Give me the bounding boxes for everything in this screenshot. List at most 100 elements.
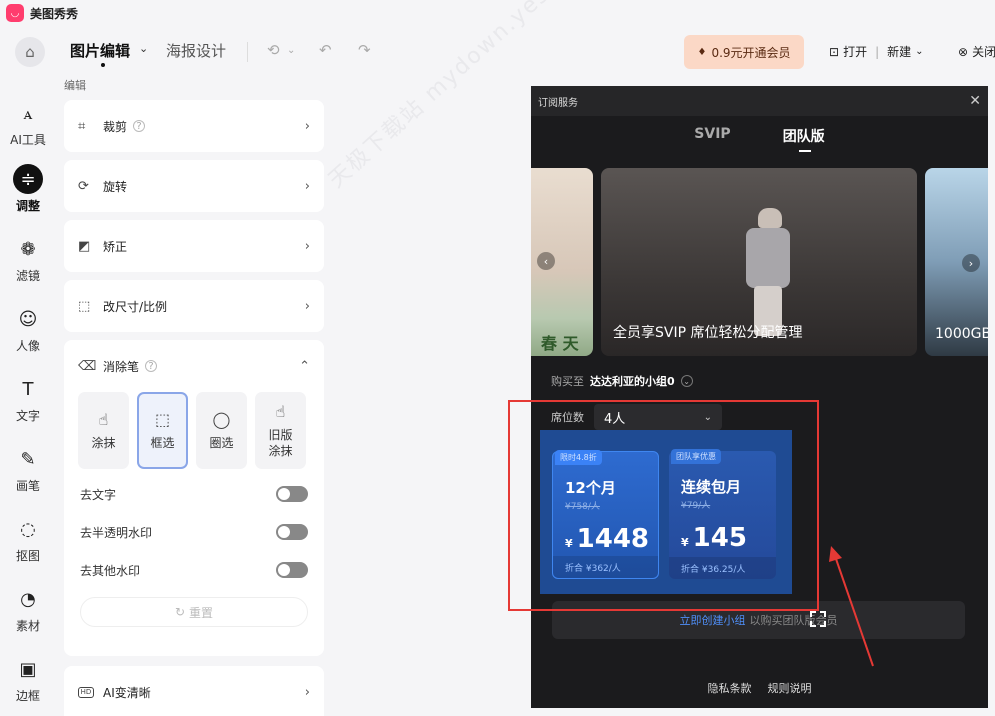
nav-label: 文字 [15,409,40,423]
eraser-icon: ⌫ [78,358,97,374]
tab-image-edit[interactable]: 图片编辑 [70,40,130,61]
tool-label: 圈选 [209,436,234,450]
nav-item-portrait[interactable]: ☺ 人像 [0,304,56,354]
eraser-label: 消除笔 [103,359,140,374]
box-select-cursor-icon [810,611,826,627]
hd-icon: HD [78,686,94,698]
chevron-right-icon: › [304,298,310,314]
nav-label: 素材 [15,619,40,633]
banner-left-text: 春 天 [541,334,579,353]
nav-item-filter[interactable]: ❁ 滤镜 [0,234,56,284]
nav-item-adjust[interactable]: ≑ 调整 [0,164,56,214]
crop-card[interactable]: ⌗ 裁剪 ? › [64,100,324,152]
tool-circle-select[interactable]: ◯ 圈选 [196,392,247,469]
tool-legacy-smear[interactable]: ☝ 旧版涂抹 [255,392,306,469]
banner-caption: 全员享SVIP 席位轻松分配管理 [613,325,803,341]
adjust-icon: ≑ [13,164,43,194]
rotate-card[interactable]: ⟳ 旋转 › [64,160,324,212]
crop-label: 裁剪 [103,119,128,134]
toggle-label: 去半透明水印 [80,525,153,540]
toggle-switch[interactable] [276,524,308,540]
create-team-link[interactable]: 立即创建小组 [680,612,746,628]
new-label[interactable]: 新建 [887,43,911,60]
nav-label: 人像 [15,339,40,353]
diamond-icon: ♦ [697,46,707,58]
home-button[interactable]: ⌂ [15,37,45,67]
team-name[interactable]: 达达利亚的小组0 [590,373,675,389]
redo-icon[interactable]: ↷ [358,41,371,59]
open-label: 打开 [843,45,868,59]
reset-button[interactable]: ↻ 重置 [80,597,308,627]
dialog-close-icon[interactable]: ✕ [969,93,981,109]
dialog-title: 订阅服务 [538,97,578,109]
toggle-remove-semitransparent-watermark: 去半透明水印 [64,513,324,551]
nav-label: AI工具 [10,133,46,147]
open-image-icon: ⊡ [829,44,840,59]
chevron-up-icon[interactable]: ⌃ [299,359,310,374]
tab-poster-design[interactable]: 海报设计 [166,40,226,61]
nav-item-material[interactable]: ◔ 素材 [0,584,56,634]
toolbar-divider [247,42,248,62]
toggle-label: 去文字 [80,487,117,502]
ai-clear-card[interactable]: HD AI变清晰 › [64,666,324,716]
nav-item-frame[interactable]: ▣ 边框 [0,654,56,704]
close-label: 关闭 [972,45,995,59]
home-icon: ⌂ [25,43,35,61]
buy-for-row: 购买至 达达利亚的小组0 ⌄ [551,373,693,389]
tool-smear[interactable]: ☝ 涂抹 [78,392,129,469]
close-button[interactable]: ⊗ 关闭 [958,43,995,60]
close-circle-icon: ⊗ [958,44,969,59]
help-icon[interactable]: ? [145,360,158,372]
tab-svip[interactable]: SVIP [694,126,730,146]
filter-icon: ❁ [20,238,36,260]
tool-box-select[interactable]: ⬚ 框选 [137,392,188,469]
help-icon[interactable]: ? [133,120,146,132]
privacy-link[interactable]: 隐私条款 [708,680,752,696]
chevron-down-icon[interactable]: ⌄ [680,375,693,387]
open-button[interactable]: ⊡ 打开 | 新建 ⌄ [829,43,924,60]
resize-label: 改尺寸/比例 [103,299,168,314]
tab-team[interactable]: 团队版 [783,126,825,152]
legacy-smear-icon: ☝ [275,402,286,421]
new-chevron-icon[interactable]: ⌄ [915,46,923,57]
toggle-switch[interactable] [276,562,308,578]
correct-card[interactable]: ◩ 矫正 › [64,220,324,272]
ai-clear-label: AI变清晰 [103,685,151,700]
chevron-right-icon: › [304,118,310,134]
app-name: 美图秀秀 [30,6,79,21]
undo-icon[interactable]: ↶ [319,41,332,59]
app-logo-icon: ◡ [6,4,24,22]
tool-label: 框选 [150,436,175,450]
chevron-down-icon[interactable]: ⌄ [139,42,148,55]
history-icon[interactable]: ⟲ [267,41,280,59]
chevron-right-icon[interactable]: › [962,254,980,272]
toggle-label: 去其他水印 [80,563,141,578]
dialog-header: 订阅服务 ✕ [531,86,988,116]
portrait-icon: ☺ [18,308,38,330]
chevron-left-icon[interactable]: ‹ [537,252,555,270]
correct-icon: ◩ [78,238,91,254]
brush-icon: ✎ [20,448,36,470]
nav-item-text[interactable]: T 文字 [0,374,56,424]
nav-item-cutout[interactable]: ◌ 抠图 [0,514,56,564]
reset-icon: ↻ [174,605,186,619]
nav-item-brush[interactable]: ✎ 画笔 [0,444,56,494]
title-bar: ◡ 美图秀秀 [0,0,995,26]
history-chevron-icon[interactable]: ⌄ [287,45,295,56]
rotate-label: 旋转 [103,179,128,194]
resize-icon: ⬚ [78,298,91,314]
reset-label: 重置 [189,605,214,620]
toggle-remove-other-watermark: 去其他水印 [64,551,324,589]
eraser-header[interactable]: ⌫ 消除笔 ? ⌃ [64,340,324,392]
banner-prev[interactable]: ‹ 春 天 [531,168,593,356]
vip-button[interactable]: ♦ 0.9元开通会员 [684,35,804,69]
frame-icon: ▣ [19,658,37,680]
resize-card[interactable]: ⬚ 改尺寸/比例 › [64,280,324,332]
nav-item-ai-tools[interactable]: ꭺ AI工具 [0,98,56,148]
banner-main[interactable]: 全员享SVIP 席位轻松分配管理 [601,168,917,356]
eraser-tools: ☝ 涂抹 ⬚ 框选 ◯ 圈选 ☝ 旧版涂抹 [64,392,324,469]
rules-link[interactable]: 规则说明 [768,680,812,696]
chevron-right-icon: › [304,178,310,194]
active-tab-indicator [101,63,105,67]
toggle-switch[interactable] [276,486,308,502]
